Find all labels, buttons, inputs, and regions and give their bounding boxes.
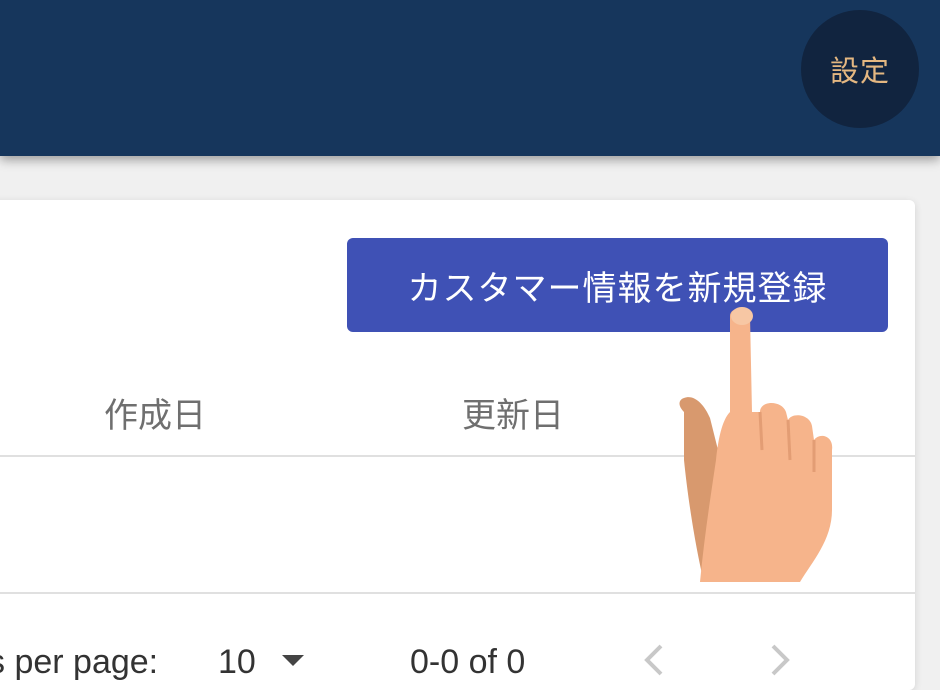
page-size-select[interactable]: 10 [218,643,256,682]
create-customer-button[interactable]: カスタマー情報を新規登録 [347,238,888,332]
footer-divider [0,592,915,594]
chevron-down-icon[interactable] [282,655,304,666]
previous-page-button[interactable] [634,640,674,680]
column-header-created[interactable]: 作成日 [104,388,206,437]
page-range-label: 0-0 of 0 [410,643,526,681]
app-header: 設定 [0,0,940,156]
settings-button[interactable]: 設定 [801,10,919,128]
chevron-left-icon [644,644,663,676]
next-page-button[interactable] [760,640,800,680]
header-divider [0,455,915,457]
rows-per-page-label: s per page: [0,643,159,681]
column-header-updated[interactable]: 更新日 [462,388,564,437]
chevron-right-icon [771,644,790,676]
